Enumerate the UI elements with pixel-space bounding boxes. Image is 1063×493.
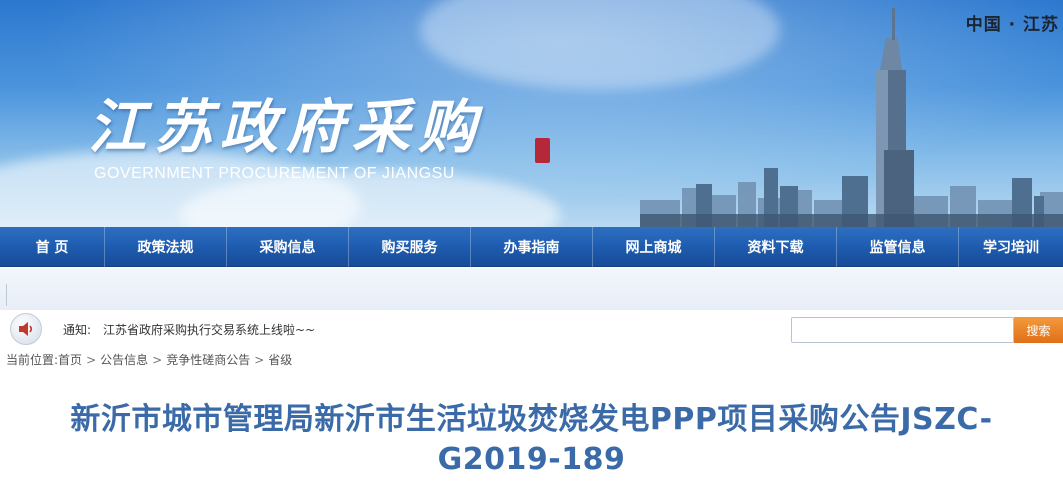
speaker-glyph <box>19 322 33 336</box>
page-title: 新沂市城市管理局新沂市生活垃圾焚烧发电PPP项目采购公告JSZC-G2019-1… <box>70 402 993 477</box>
divider <box>6 284 7 306</box>
nav-item-policies[interactable]: 政策法规 <box>105 227 227 267</box>
nav-item-purchase-services[interactable]: 购买服务 <box>349 227 471 267</box>
notice-label: 通知: <box>63 323 92 337</box>
breadcrumb-item-provincial[interactable]: 省级 <box>268 351 292 368</box>
nav-item-guide[interactable]: 办事指南 <box>471 227 593 267</box>
breadcrumb-prefix: 当前位置: <box>6 353 59 367</box>
breadcrumb-separator: > <box>254 352 265 367</box>
nav-item-online-mall[interactable]: 网上商城 <box>593 227 715 267</box>
nav-item-home[interactable]: 首 页 <box>0 227 105 267</box>
breadcrumb-separator: > <box>86 352 97 367</box>
notice-bar: 通知: 江苏省政府采购执行交易系统上线啦~~ 搜索 <box>0 311 1063 347</box>
speaker-icon <box>10 313 42 345</box>
header-banner: 中国 · 江苏 江苏政府采购 GOVERNMENT PROCUREMENT OF… <box>0 0 1063 227</box>
site-logo-english: GOVERNMENT PROCUREMENT OF JIANGSU <box>94 165 455 182</box>
notice-link[interactable]: 江苏省政府采购执行交易系统上线啦~~ <box>103 321 315 338</box>
nav-item-supervision[interactable]: 监管信息 <box>837 227 959 267</box>
breadcrumb-separator: > <box>152 352 163 367</box>
breadcrumb-item-home[interactable]: 首页 <box>58 351 82 368</box>
search-button[interactable]: 搜索 <box>1014 317 1063 343</box>
search-input[interactable] <box>791 317 1014 343</box>
region-label: 中国 · 江苏 <box>965 15 1059 35</box>
breadcrumb-item-announcements[interactable]: 公告信息 <box>100 351 148 368</box>
breadcrumb-item-consultation[interactable]: 竞争性磋商公告 <box>166 351 250 368</box>
nav-item-downloads[interactable]: 资料下载 <box>715 227 837 267</box>
site-logo-calligraphy: 江苏政府采购 <box>88 93 485 161</box>
nav-item-procurement-info[interactable]: 采购信息 <box>227 227 349 267</box>
breadcrumb: 当前位置: 首页 > 公告信息 > 竞争性磋商公告 > 省级 <box>6 351 292 368</box>
sub-band <box>0 268 1063 310</box>
main-nav: 首 页 政策法规 采购信息 购买服务 办事指南 网上商城 资料下载 监管信息 学… <box>0 227 1063 267</box>
logo-seal <box>535 138 550 163</box>
nav-item-training[interactable]: 学习培训 <box>959 227 1063 267</box>
